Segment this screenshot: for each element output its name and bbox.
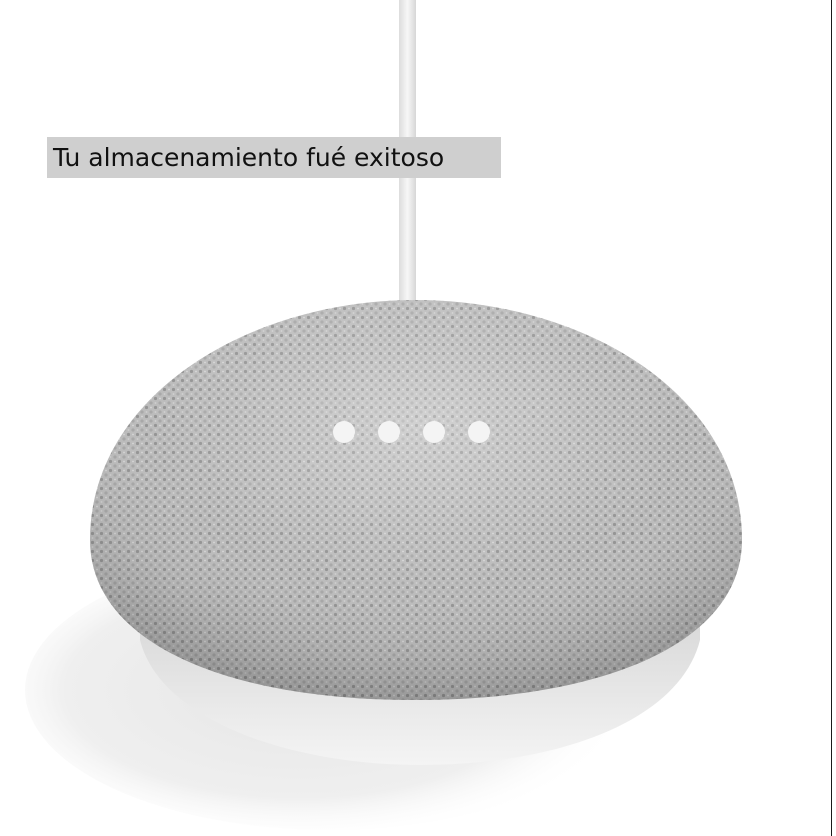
indicator-light bbox=[378, 421, 400, 443]
right-edge-divider bbox=[831, 0, 832, 836]
indicator-light bbox=[333, 421, 355, 443]
success-caption: Tu almacenamiento fué exitoso bbox=[47, 137, 501, 178]
speaker-fabric bbox=[90, 300, 742, 700]
screen: Tu almacenamiento fué exitoso bbox=[0, 0, 836, 836]
smart-speaker-icon bbox=[25, 0, 742, 830]
indicator-light bbox=[468, 421, 490, 443]
indicator-light bbox=[423, 421, 445, 443]
